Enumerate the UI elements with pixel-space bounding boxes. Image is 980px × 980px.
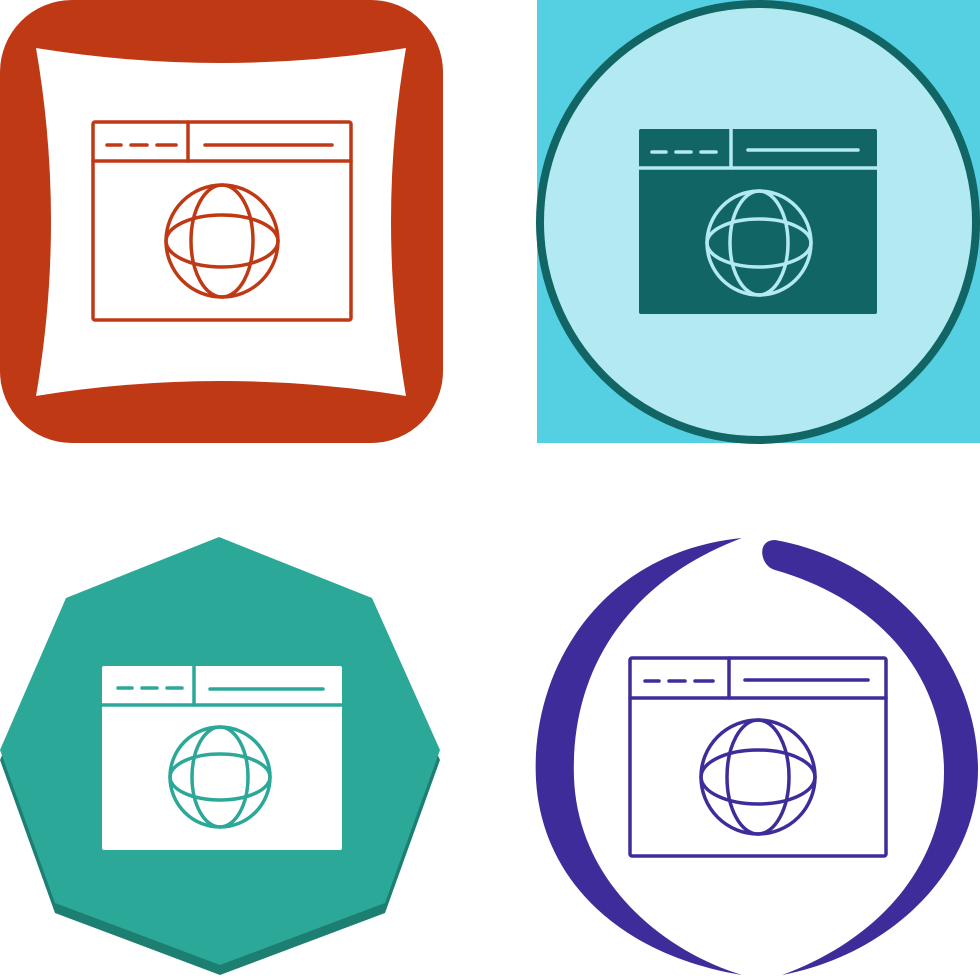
circular-arrow-left [535, 538, 742, 975]
browser-globe-icon [628, 656, 888, 858]
browser-globe-icon [100, 664, 344, 850]
browser-window-frame [628, 656, 888, 858]
icon-tile-outline-circular-arrows [535, 538, 978, 975]
icon-set-grid [0, 0, 980, 980]
browser-window-frame [102, 666, 342, 850]
browser-window-frame [639, 129, 877, 314]
icon-tile-glyph-circle [536, 0, 980, 444]
icon-tile-outline-pillow [0, 0, 443, 443]
browser-globe-icon [637, 127, 879, 314]
globe-icon [699, 718, 817, 836]
icon-tile-glyph-heptagon [0, 537, 440, 975]
